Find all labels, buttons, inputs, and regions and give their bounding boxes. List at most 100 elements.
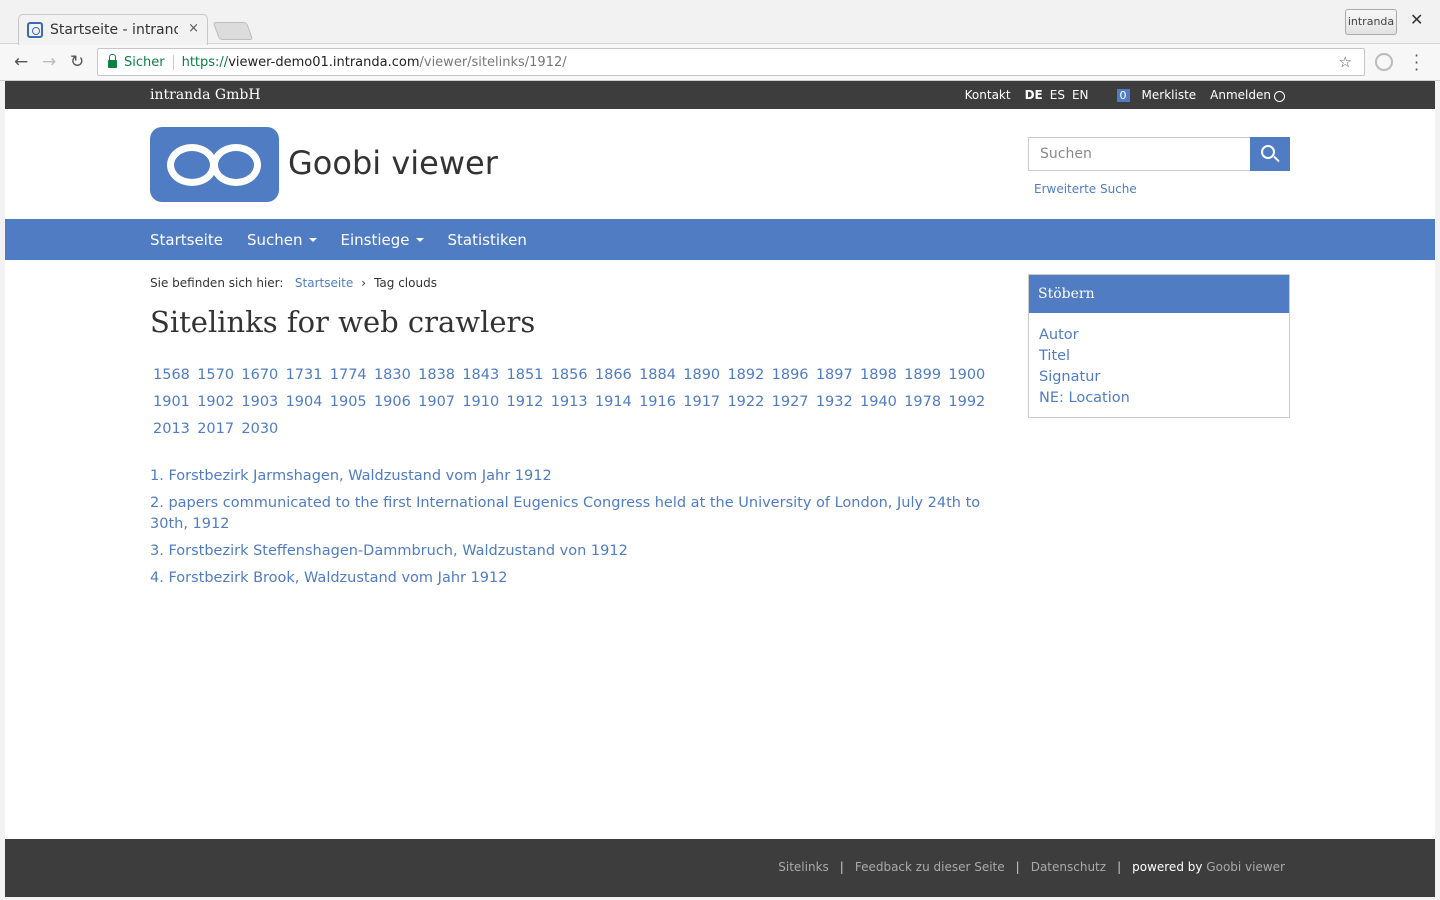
brand-name[interactable]: intranda GmbH — [150, 87, 261, 103]
year-link[interactable]: 1568 — [150, 364, 194, 391]
nav-label: Statistiken — [447, 230, 527, 249]
year-list: 1568 1570 1670 1731 1774 1830 1838 1843 1851 1856… — [150, 364, 990, 445]
window-close-icon[interactable]: ✕ — [1410, 10, 1423, 29]
year-link[interactable]: 1570 — [194, 364, 238, 391]
year-link[interactable]: 1901 — [150, 391, 194, 418]
year-link[interactable]: 1910 — [459, 391, 503, 418]
lang-de[interactable]: DE — [1025, 88, 1043, 102]
browse-item-location[interactable]: NE: Location — [1039, 388, 1279, 409]
lang-en[interactable]: EN — [1072, 88, 1089, 102]
result-link[interactable]: 4. Forstbezirk Brook, Waldzustand vom Ja… — [150, 568, 990, 589]
caret-down-icon — [415, 237, 424, 242]
result-link[interactable]: 2. papers communicated to the first Inte… — [150, 493, 990, 535]
forward-icon[interactable]: → — [42, 52, 56, 72]
browse-title: Stöbern — [1029, 275, 1289, 313]
nav-statistiken[interactable]: Statistiken — [448, 231, 527, 249]
year-link[interactable]: 2030 — [238, 418, 282, 445]
year-link[interactable]: 1838 — [415, 364, 459, 391]
browser-toolbar: ← → ↻ Sicher https:// viewer-demo01.intr… — [0, 44, 1440, 81]
footer: Sitelinks | Feedback zu dieser Seite | D… — [5, 839, 1435, 897]
contact-link[interactable]: Kontakt — [965, 88, 1011, 102]
search-button[interactable] — [1250, 137, 1290, 171]
year-link[interactable]: 1905 — [327, 391, 371, 418]
footer-powered-by: powered by — [1132, 860, 1203, 874]
year-link[interactable]: 1890 — [680, 364, 724, 391]
year-link[interactable]: 1914 — [592, 391, 636, 418]
year-link[interactable]: 1731 — [283, 364, 327, 391]
new-tab-button[interactable] — [212, 22, 254, 40]
year-link[interactable]: 1900 — [945, 364, 989, 391]
year-link[interactable]: 1906 — [371, 391, 415, 418]
year-link[interactable]: 1992 — [945, 391, 989, 418]
search-input[interactable] — [1028, 137, 1250, 171]
search-icon-handle — [1273, 155, 1280, 163]
year-link[interactable]: 1940 — [857, 391, 901, 418]
goobi-logo[interactable] — [150, 127, 279, 202]
year-link[interactable]: 2017 — [194, 418, 238, 445]
bookmark-star-icon[interactable]: ☆ — [1339, 53, 1352, 71]
lang-es[interactable]: ES — [1050, 88, 1065, 102]
footer-privacy[interactable]: Datenschutz — [1031, 860, 1106, 874]
footer-feedback[interactable]: Feedback zu dieser Seite — [855, 860, 1005, 874]
nav-startseite[interactable]: Startseite — [150, 231, 223, 249]
year-link[interactable]: 1774 — [327, 364, 371, 391]
browse-item-titel[interactable]: Titel — [1039, 346, 1279, 367]
bookmark-count-badge[interactable]: 0 — [1116, 88, 1130, 102]
year-link[interactable]: 1904 — [283, 391, 327, 418]
site-title[interactable]: Goobi viewer — [288, 144, 498, 182]
browse-widget: Stöbern Autor Titel Signatur NE: Locatio… — [1028, 274, 1290, 418]
url-protocol: https:// — [181, 54, 229, 70]
browser-menu-icon[interactable]: · · · — [1414, 48, 1419, 78]
year-link[interactable]: 1907 — [415, 391, 459, 418]
reload-icon[interactable]: ↻ — [70, 52, 84, 72]
advanced-search-link[interactable]: Erweiterte Suche — [1034, 182, 1137, 196]
footer-divider: | — [1117, 860, 1122, 874]
caret-down-icon — [308, 237, 317, 242]
year-link[interactable]: 1899 — [901, 364, 945, 391]
year-link[interactable]: 1892 — [724, 364, 768, 391]
year-link[interactable]: 1884 — [636, 364, 680, 391]
year-link[interactable]: 1897 — [813, 364, 857, 391]
extension-icon[interactable] — [1375, 53, 1393, 71]
year-link[interactable]: 1978 — [901, 391, 945, 418]
profile-button[interactable]: intranda — [1345, 9, 1397, 35]
result-link[interactable]: 3. Forstbezirk Steffenshagen-Dammbruch, … — [150, 541, 990, 562]
login-link[interactable]: Anmelden — [1210, 88, 1271, 102]
nav-suchen[interactable]: Suchen — [247, 231, 317, 249]
breadcrumb-separator: › — [361, 276, 367, 290]
user-icon[interactable] — [1274, 90, 1285, 102]
footer-sitelinks[interactable]: Sitelinks — [778, 860, 829, 874]
year-link[interactable]: 1902 — [194, 391, 238, 418]
year-link[interactable]: 1903 — [238, 391, 282, 418]
browser-tab[interactable]: Startseite - intranda × — [18, 14, 208, 45]
footer-goobi-link[interactable]: Goobi viewer — [1206, 860, 1285, 874]
year-link[interactable]: 1830 — [371, 364, 415, 391]
tab-close-icon[interactable]: × — [188, 21, 199, 36]
year-link[interactable]: 1670 — [238, 364, 282, 391]
back-icon[interactable]: ← — [14, 52, 28, 72]
year-link[interactable]: 1916 — [636, 391, 680, 418]
year-link[interactable]: 1917 — [680, 391, 724, 418]
top-bar: intranda GmbH Kontakt DE ES EN 0 Merklis… — [5, 81, 1435, 109]
year-link[interactable]: 2013 — [150, 418, 194, 445]
result-link[interactable]: 1. Forstbezirk Jarmshagen, Waldzustand v… — [150, 466, 990, 487]
year-link[interactable]: 1866 — [592, 364, 636, 391]
year-link[interactable]: 1912 — [504, 391, 548, 418]
bookmarks-link[interactable]: Merkliste — [1142, 88, 1197, 102]
year-link[interactable]: 1856 — [548, 364, 592, 391]
year-link[interactable]: 1851 — [504, 364, 548, 391]
year-link[interactable]: 1932 — [813, 391, 857, 418]
nav-einstiege[interactable]: Einstiege — [341, 231, 424, 249]
logo-ring-right — [211, 144, 261, 186]
year-link[interactable]: 1843 — [459, 364, 503, 391]
browse-item-signatur[interactable]: Signatur — [1039, 367, 1279, 388]
year-link[interactable]: 1898 — [857, 364, 901, 391]
year-link[interactable]: 1913 — [548, 391, 592, 418]
address-bar[interactable]: Sicher https:// viewer-demo01.intranda.c… — [97, 48, 1365, 76]
breadcrumb-home[interactable]: Startseite — [295, 276, 353, 290]
browse-item-autor[interactable]: Autor — [1039, 325, 1279, 346]
year-link[interactable]: 1927 — [769, 391, 813, 418]
year-link[interactable]: 1922 — [724, 391, 768, 418]
year-link[interactable]: 1896 — [769, 364, 813, 391]
main-navigation: Startseite Suchen Einstiege Statistiken — [5, 219, 1435, 260]
